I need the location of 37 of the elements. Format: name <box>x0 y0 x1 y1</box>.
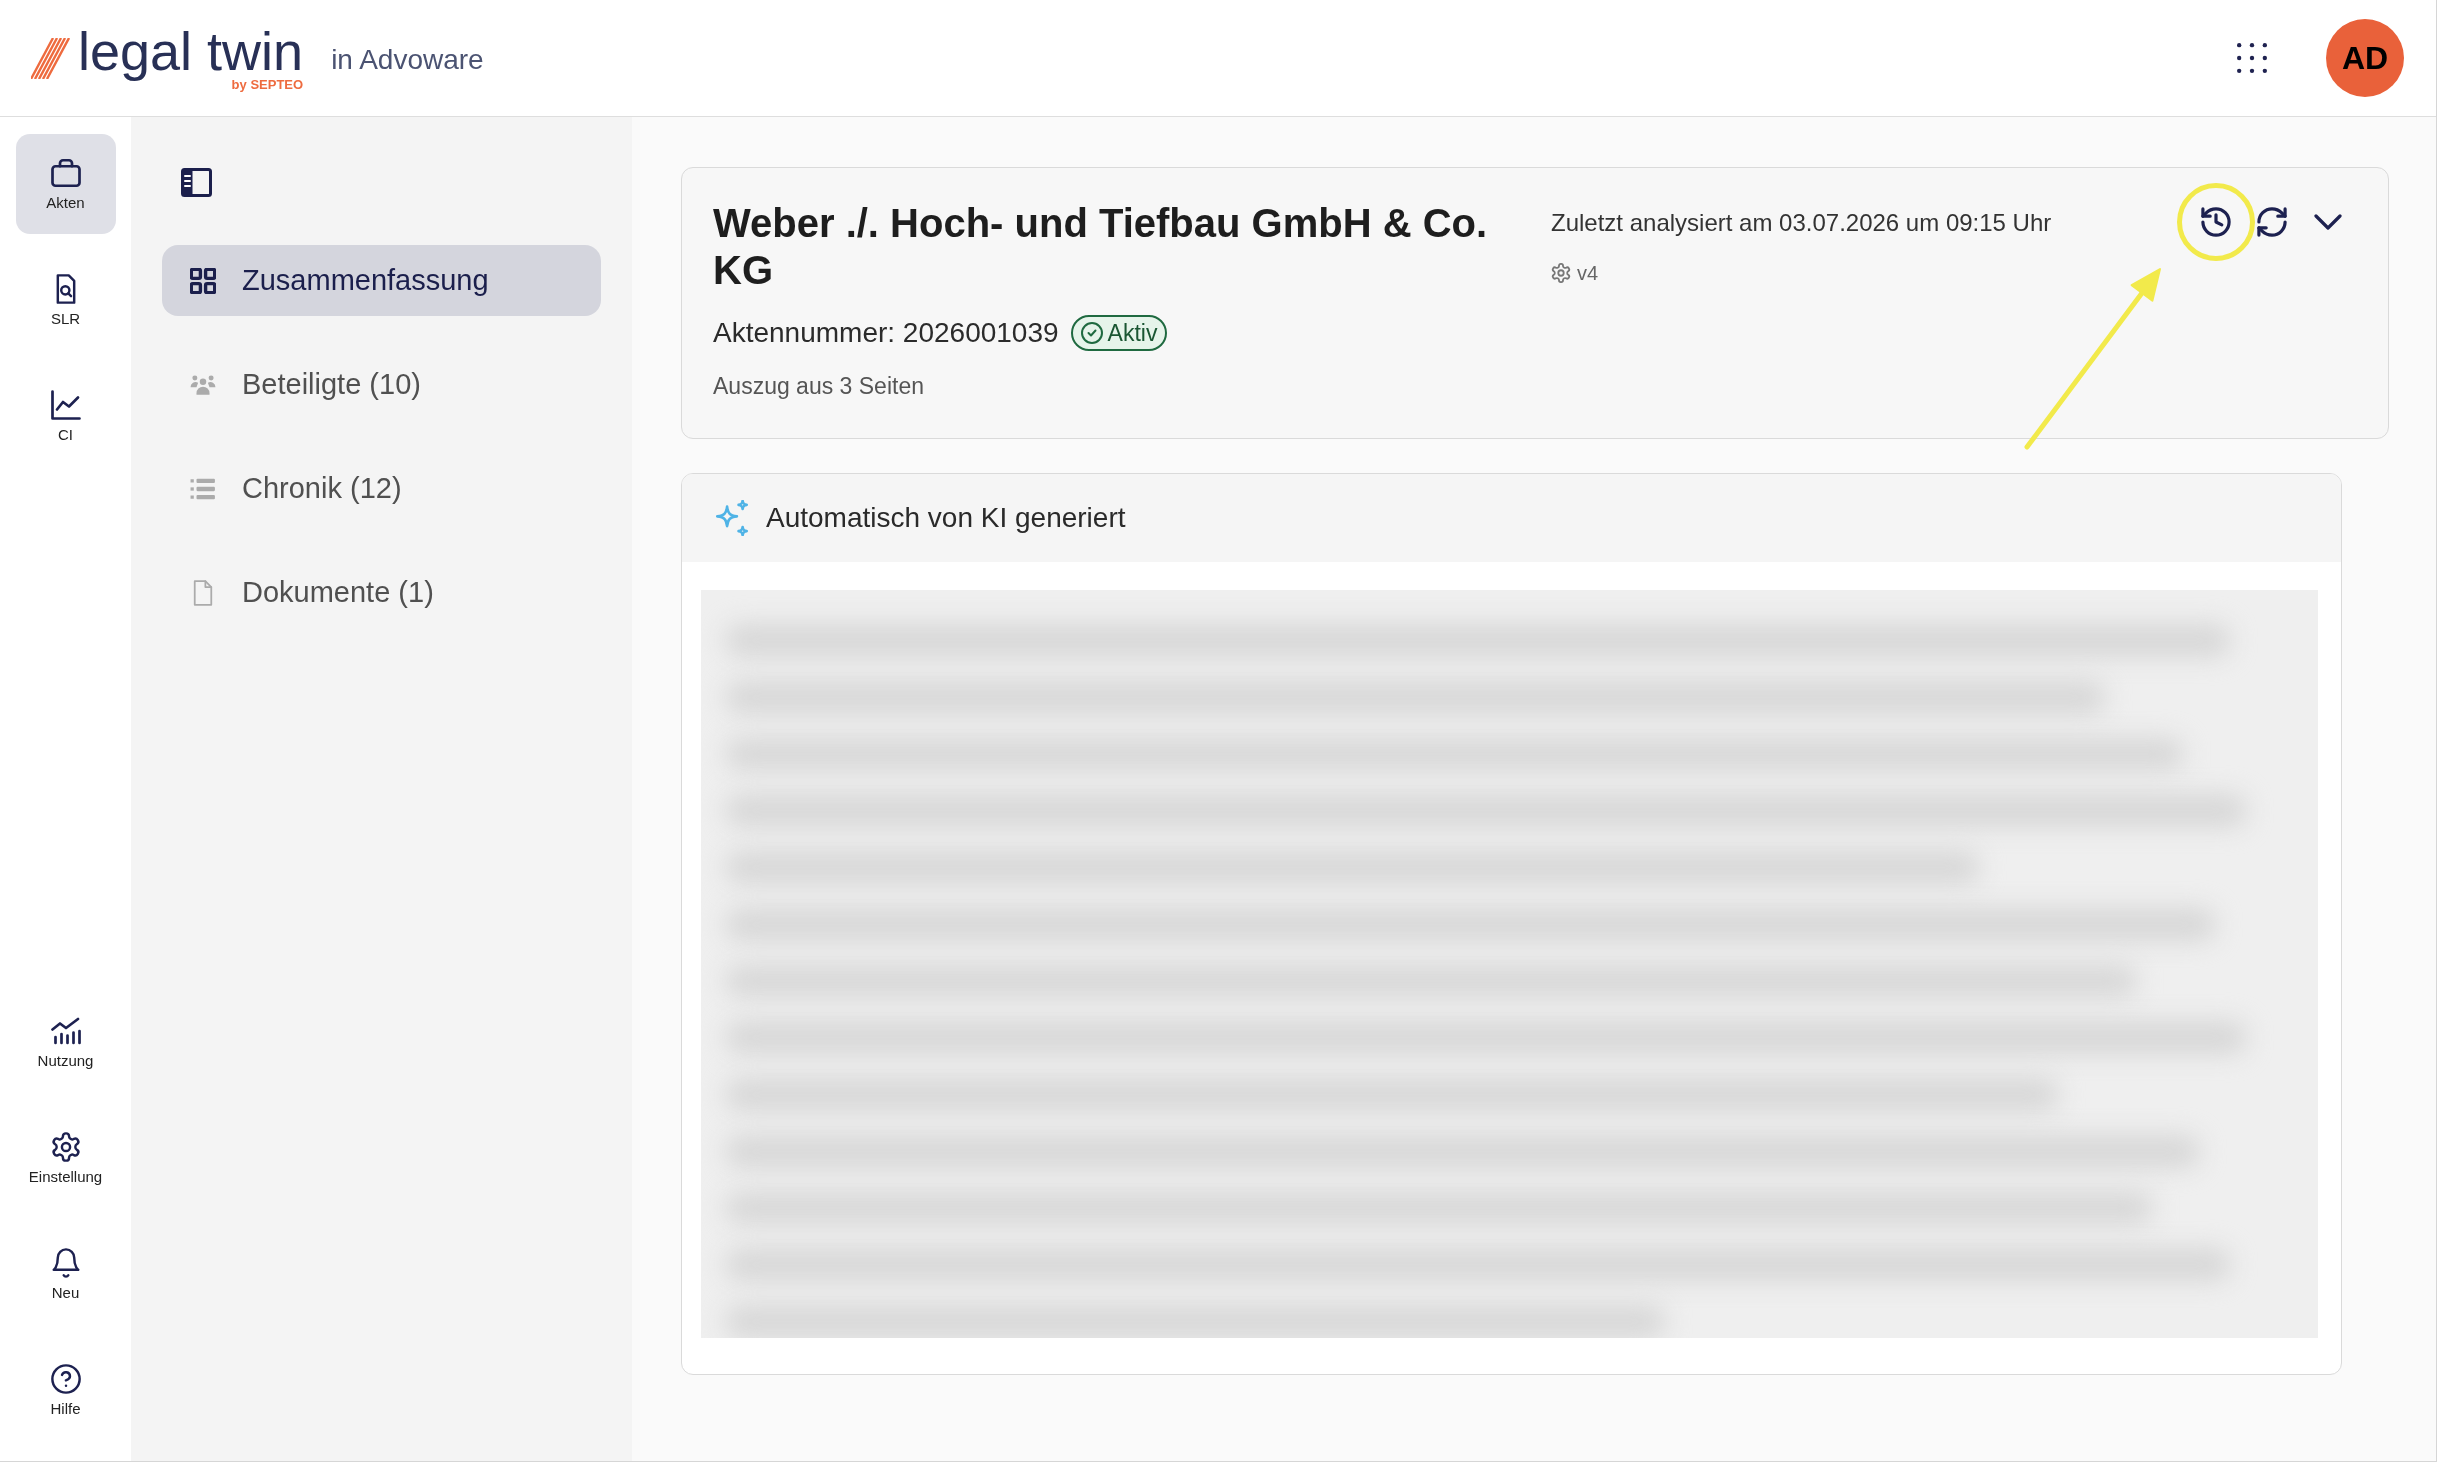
history-icon[interactable] <box>2200 206 2232 238</box>
file-number: Aktennummer: 2026001039 <box>713 316 1059 350</box>
gear-icon <box>1551 263 1571 283</box>
help-icon <box>50 1363 81 1394</box>
settings-icon <box>50 1131 81 1162</box>
sidebar-nav-item[interactable]: Zusammenfassung <box>162 245 601 316</box>
line-chart-icon <box>50 389 81 420</box>
bell-icon <box>50 1247 81 1278</box>
briefcase-icon <box>50 157 81 188</box>
rail-nav-item[interactable]: Neu <box>15 1224 116 1324</box>
sidebar-nav-item[interactable]: Dokumente (1) <box>162 557 601 628</box>
bar-chart-icon <box>50 1015 81 1046</box>
context-label: in Advoware <box>331 43 484 77</box>
excerpt-note: Auszug aus 3 Seiten <box>713 373 924 400</box>
sidebar-nav-item[interactable]: Beteiligte (10) <box>162 349 601 420</box>
rail-nav-item[interactable]: CI <box>15 366 116 466</box>
user-avatar[interactable]: AD <box>2326 19 2404 97</box>
refresh-icon[interactable] <box>2256 206 2288 238</box>
rail-nav-item[interactable]: Hilfe <box>15 1340 116 1440</box>
rail-nav-item[interactable]: SLR <box>15 250 116 350</box>
status-text: Aktiv <box>1107 320 1158 346</box>
sidebar-nav-item[interactable]: Chronik (12) <box>162 453 601 524</box>
rail-nav-item[interactable]: Akten <box>15 134 116 234</box>
sparkles-icon <box>714 500 750 536</box>
logo-icon <box>31 37 70 79</box>
logo-byline: by SEPTEO <box>231 78 304 92</box>
case-title: Weber ./. Hoch- und Tiefbau GmbH & Co. KG <box>713 200 1489 294</box>
grid-icon <box>190 267 216 294</box>
sidebar-toggle-icon[interactable] <box>181 168 212 197</box>
version-label: v4 <box>1577 261 1599 285</box>
chevron-down-icon[interactable] <box>2314 214 2342 230</box>
ai-card-heading: Automatisch von KI generiert <box>766 501 1126 535</box>
rail-nav-item[interactable]: Nutzung <box>15 992 116 1092</box>
dots-grid-icon[interactable] <box>2237 43 2267 73</box>
check-circle-icon <box>1080 322 1103 344</box>
rail-nav-item[interactable]: Einstellung <box>15 1108 116 1208</box>
last-analyzed-text: Zuletzt analysiert am 03.07.2026 um 09:15 Uhr <box>1551 208 2052 238</box>
